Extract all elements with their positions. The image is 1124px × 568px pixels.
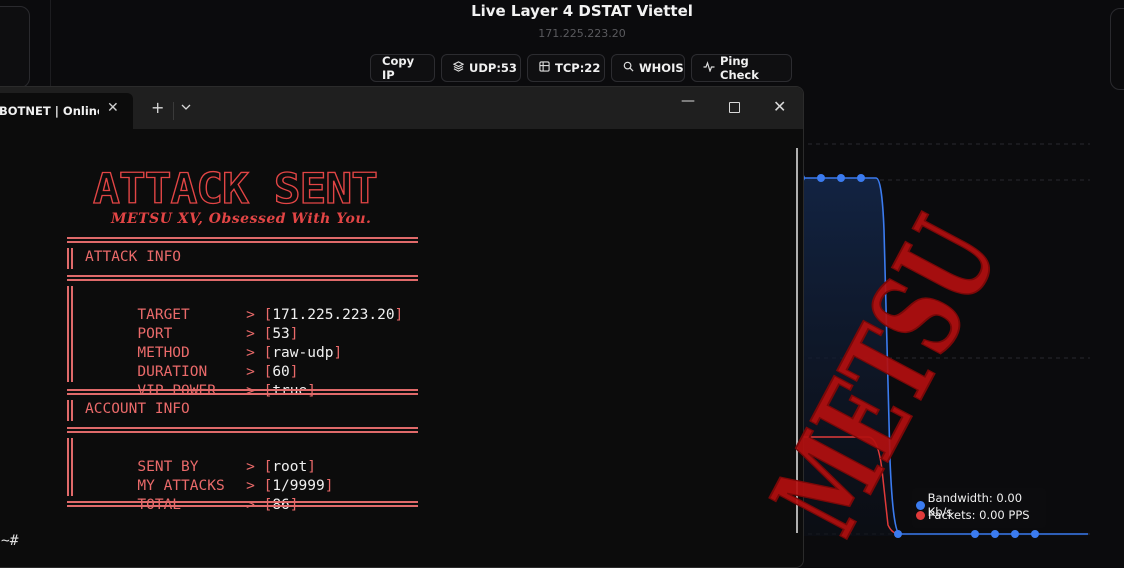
metsu-watermark: METSU <box>745 197 1026 556</box>
packets-swatch <box>916 510 925 520</box>
chart-legend: Bandwidth: 0.00 Kb/s Packets: 0.00 PPS <box>912 488 1046 528</box>
legend-packets-label: Packets: 0.00 PPS <box>928 508 1030 522</box>
legend-packets: Packets: 0.00 PPS <box>916 508 1030 522</box>
